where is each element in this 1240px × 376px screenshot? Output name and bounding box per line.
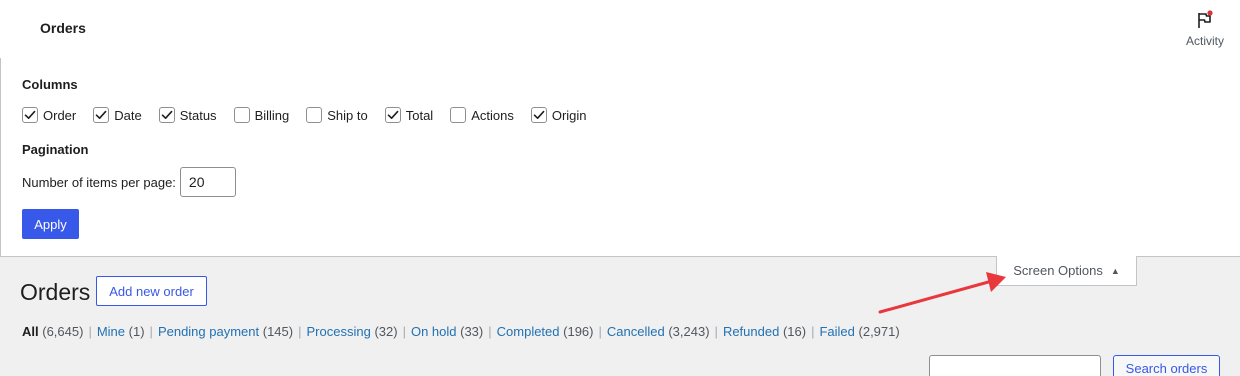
per-page-label: Number of items per page: xyxy=(22,174,176,190)
checkbox-checked[interactable] xyxy=(158,107,175,123)
status-filter-link[interactable]: Refunded xyxy=(723,324,779,339)
column-option-label: Status xyxy=(179,107,217,123)
status-filter-item: Processing (32) xyxy=(307,324,398,339)
column-option[interactable]: Order xyxy=(22,107,76,123)
column-option[interactable]: Actions xyxy=(450,107,514,123)
checkbox-checked[interactable] xyxy=(384,107,401,123)
status-filter-link[interactable]: Processing xyxy=(307,324,371,339)
per-page-input[interactable] xyxy=(179,167,236,197)
checkbox-unchecked[interactable] xyxy=(306,107,323,123)
status-filter-count: (3,243) xyxy=(668,324,710,339)
status-filter-count: (145) xyxy=(262,324,294,339)
status-filter-count: (6,645) xyxy=(42,324,84,339)
status-filters: All (6,645) | Mine (1) | Pending payment (14… xyxy=(22,324,900,339)
page-title: Orders xyxy=(20,279,91,305)
status-filter-link[interactable]: Pending payment xyxy=(158,324,259,339)
status-filter-count: (33) xyxy=(460,324,484,339)
status-filter-item: Pending payment (145) xyxy=(158,324,293,339)
screen-options-toggle[interactable]: Screen Options ▲ xyxy=(996,256,1137,286)
filter-separator: | xyxy=(811,324,815,339)
checkbox-unchecked[interactable] xyxy=(233,107,250,123)
status-filter-link[interactable]: Failed xyxy=(819,324,854,339)
status-filter-link[interactable]: Mine xyxy=(97,324,125,339)
status-filter-item: Mine (1) xyxy=(97,324,145,339)
caret-up-icon: ▲ xyxy=(1110,265,1120,276)
activity-label: Activity xyxy=(1185,34,1224,48)
column-option-label: Date xyxy=(114,107,142,123)
status-filter-count: (2,971) xyxy=(858,324,900,339)
screen-options-tab-label: Screen Options xyxy=(1013,263,1103,278)
columns-options: Order Date Status Billing Ship to Total Action… xyxy=(22,107,604,123)
status-filter-count: (32) xyxy=(374,324,398,339)
column-option-label: Order xyxy=(43,107,77,123)
status-filter-count: (1) xyxy=(128,324,145,339)
column-option[interactable]: Status xyxy=(158,107,217,123)
checkbox-checked[interactable] xyxy=(530,107,547,123)
column-option-label: Ship to xyxy=(327,107,368,123)
header-title: Orders xyxy=(40,20,86,36)
search-input[interactable] xyxy=(929,355,1101,376)
filter-separator: | xyxy=(88,324,92,339)
status-filter-item: On hold (33) xyxy=(411,324,483,339)
status-filter-count: (196) xyxy=(563,324,594,339)
filter-separator: | xyxy=(714,324,718,339)
pagination-heading: Pagination xyxy=(22,142,89,157)
column-option[interactable]: Ship to xyxy=(306,107,368,123)
status-filter-item: All (6,645) xyxy=(22,324,83,339)
column-option-label: Actions xyxy=(471,107,514,123)
column-option-label: Billing xyxy=(254,107,290,123)
filter-separator: | xyxy=(149,324,153,339)
column-option[interactable]: Billing xyxy=(233,107,290,123)
status-filter-link[interactable]: Completed xyxy=(497,324,560,339)
checkbox-checked[interactable] xyxy=(22,107,38,123)
annotation-arrow xyxy=(878,272,1006,314)
column-option[interactable]: Total xyxy=(384,107,434,123)
column-option[interactable]: Origin xyxy=(530,107,587,123)
status-filter-item: Refunded (16) xyxy=(723,324,806,339)
column-option-label: Total xyxy=(405,107,434,123)
checkbox-unchecked[interactable] xyxy=(450,107,467,123)
screen-options-panel: Columns Order Date Status Billing Ship to Tot… xyxy=(0,58,1240,257)
search-orders-button[interactable]: Search orders xyxy=(1113,355,1220,376)
status-filter-link[interactable]: Cancelled xyxy=(607,324,665,339)
top-header: Orders Activity xyxy=(0,0,1240,58)
status-filter-link[interactable]: All xyxy=(22,324,39,339)
status-filter-item: Completed (196) xyxy=(497,324,594,339)
add-new-order-button[interactable]: Add new order xyxy=(96,276,207,306)
columns-heading: Columns xyxy=(22,77,78,92)
filter-separator: | xyxy=(488,324,492,339)
status-filter-item: Cancelled (3,243) xyxy=(607,324,710,339)
filter-separator: | xyxy=(402,324,406,339)
flag-icon xyxy=(1195,10,1215,30)
column-option-label: Origin xyxy=(551,107,587,123)
filter-separator: | xyxy=(298,324,302,339)
status-filter-count: (16) xyxy=(782,324,807,339)
per-page-row: Number of items per page: xyxy=(22,167,236,197)
status-filter-item: Failed (2,971) xyxy=(819,324,899,339)
activity-button[interactable]: Activity xyxy=(1182,8,1228,52)
status-filter-link[interactable]: On hold xyxy=(411,324,457,339)
filter-separator: | xyxy=(598,324,602,339)
checkbox-checked[interactable] xyxy=(93,107,110,123)
apply-button[interactable]: Apply xyxy=(22,209,79,239)
column-option[interactable]: Date xyxy=(93,107,142,123)
